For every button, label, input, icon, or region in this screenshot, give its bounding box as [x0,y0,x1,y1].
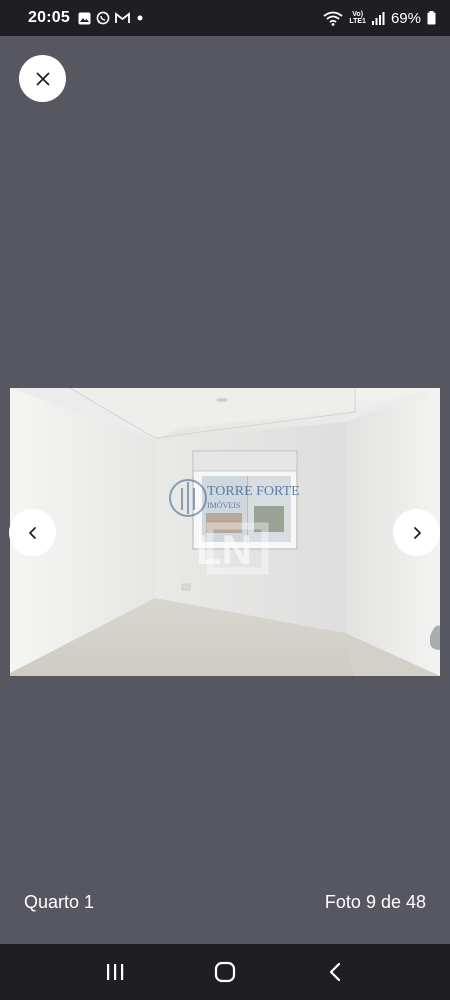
chevron-left-icon [28,526,36,539]
close-button[interactable] [19,55,66,102]
watermark-tagline: LN [196,526,252,573]
status-time: 20:05 [28,9,70,26]
volte-bottom: LTE1 [349,18,366,25]
back-button[interactable] [315,952,355,992]
room-photo: TORRE FORTE IMÓVEIS LN [10,388,440,676]
volte-indicator: Vo) LTE1 [349,11,366,25]
chevron-right-icon [413,526,421,539]
recent-apps-icon [107,964,124,980]
wifi-icon [323,11,343,26]
watermark-brand: TORRE FORTE [207,484,300,499]
whatsapp-icon [96,11,110,25]
volte-top: Vo) [352,11,364,18]
notification-icons [78,11,145,25]
home-button[interactable] [205,952,245,992]
back-icon [329,962,341,982]
status-bar: 20:05 Vo) LTE1 69% [0,0,450,36]
recent-apps-button[interactable] [95,952,135,992]
gallery-icon [78,12,91,24]
battery-icon [427,11,436,25]
status-right-icons: Vo) LTE1 69% [323,10,436,27]
previous-photo-button[interactable] [9,509,56,556]
watermark-sub: IMÓVEIS [207,501,241,510]
next-photo-button[interactable] [393,509,440,556]
home-icon [214,961,236,983]
signal-icon [371,11,385,25]
photo-room-label: Quarto 1 [24,892,95,912]
close-icon [36,72,49,85]
gmail-icon [115,12,130,23]
battery-percent: 69% [390,9,421,27]
photo-viewer-screen: 20:05 Vo) LTE1 69% TORRE FORTE IMÓVEIS L… [0,0,450,1000]
notification-dot-icon [137,15,143,21]
photo-counter: Foto 9 de 48 [324,892,426,912]
android-navigation-bar [0,944,450,1000]
